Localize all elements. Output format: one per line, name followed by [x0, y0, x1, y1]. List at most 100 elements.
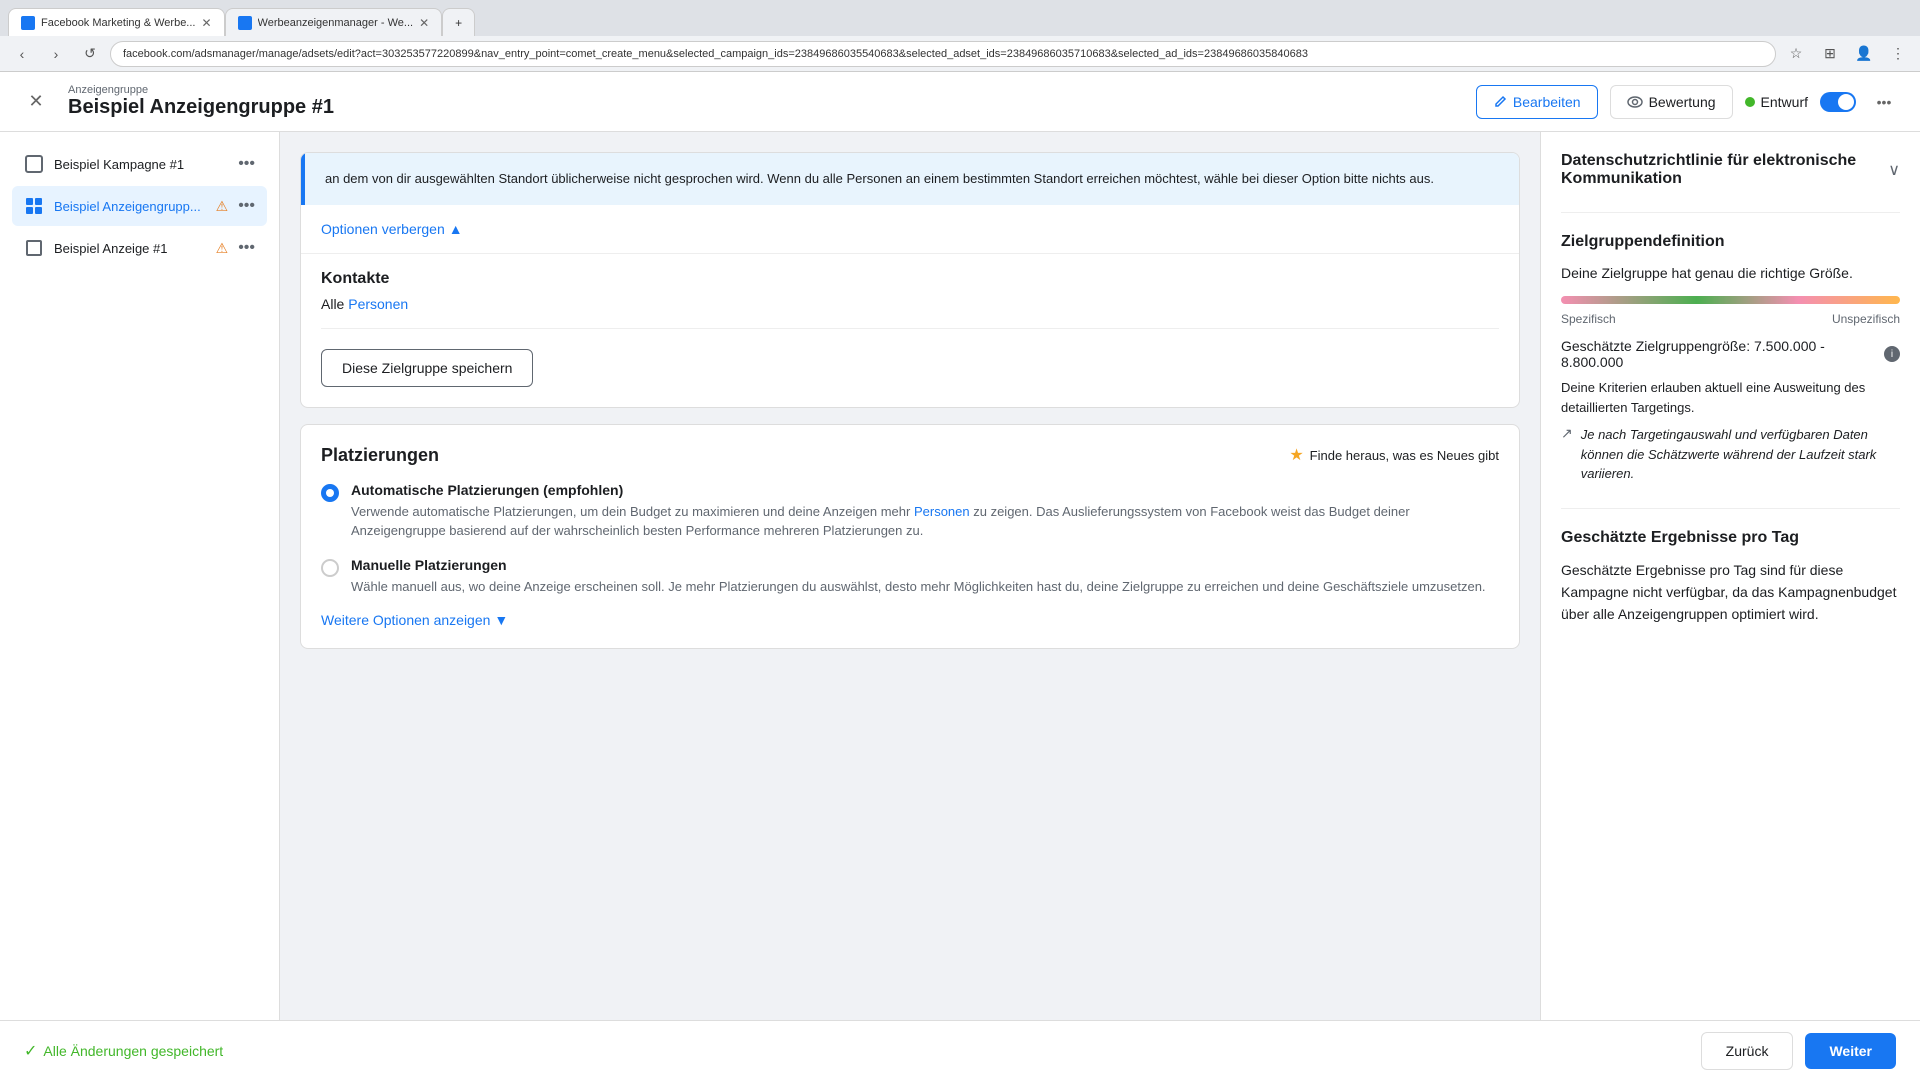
forward-button[interactable]: ›: [42, 40, 70, 68]
adgroup-warning-icon: ⚠: [216, 198, 229, 215]
bewertung-button[interactable]: Bewertung: [1610, 85, 1733, 119]
zielgruppe-title: Zielgruppendefinition: [1561, 233, 1725, 251]
audience-quality-text: Deine Zielgruppe hat genau die richtige …: [1561, 263, 1900, 284]
targeting-note-icon-section: ↗ Je nach Targetingauswahl und verfügbar…: [1561, 425, 1900, 484]
app-container: ✕ Anzeigengruppe Beispiel Anzeigengruppe…: [0, 72, 1920, 1080]
address-text: facebook.com/adsmanager/manage/adsets/ed…: [123, 48, 1308, 60]
targeting-note: Deine Kriterien erlauben aktuell eine Au…: [1561, 378, 1900, 417]
bottom-bar: ✓ Alle Änderungen gespeichert Zurück Wei…: [0, 1020, 1920, 1080]
sidebar-item-adgroup[interactable]: Beispiel Anzeigengrupp... ⚠ •••: [12, 186, 267, 226]
header-actions: Bearbeiten Bewertung Entwurf •••: [1476, 85, 1900, 119]
discover-link[interactable]: ★ Finde heraus, was es Neues gibt: [1289, 445, 1499, 465]
eye-icon: [1627, 95, 1643, 109]
sidebar-adgroup-more[interactable]: •••: [238, 197, 255, 215]
back-button[interactable]: ‹: [8, 40, 36, 68]
center-content: an dem von dir ausgewählten Standort übl…: [280, 132, 1540, 1020]
weitere-optionen-link[interactable]: Weitere Optionen anzeigen ▼: [321, 612, 1499, 628]
reload-button[interactable]: ↺: [76, 40, 104, 68]
zielgruppe-section: Zielgruppendefinition Deine Zielgruppe h…: [1561, 233, 1900, 484]
manual-placement-title: Manuelle Platzierungen: [351, 557, 1486, 573]
header-title-group: Anzeigengruppe Beispiel Anzeigengruppe #…: [68, 84, 334, 119]
sidebar-ad-more[interactable]: •••: [238, 239, 255, 257]
datenschutz-section: Datenschutzrichtlinie für elektronische …: [1561, 152, 1900, 188]
new-tab-button[interactable]: +: [442, 8, 475, 36]
audience-size-text: Geschätzte Zielgruppengröße: 7.500.000 -…: [1561, 338, 1880, 370]
header-subtitle: Anzeigengruppe: [68, 84, 334, 96]
datenschutz-title: Datenschutzrichtlinie für elektronische …: [1561, 152, 1888, 188]
audience-size-info-icon[interactable]: i: [1884, 346, 1900, 362]
star-icon: ★: [1289, 445, 1303, 465]
auto-placement-content: Automatische Platzierungen (empfohlen) V…: [351, 482, 1499, 541]
tab-close-2[interactable]: ✕: [419, 16, 429, 30]
more-options-button[interactable]: •••: [1868, 86, 1900, 118]
status-dot: [1745, 97, 1755, 107]
bearbeiten-button[interactable]: Bearbeiten: [1476, 85, 1598, 119]
save-section: Diese Zielgruppe speichern: [301, 329, 1519, 407]
kontakte-title: Kontakte: [321, 270, 1499, 288]
sidebar-item-campaign[interactable]: Beispiel Kampagne #1 •••: [12, 144, 267, 184]
menu-button[interactable]: ⋮: [1884, 40, 1912, 68]
platzierungen-title: Platzierungen: [321, 445, 1289, 466]
weiter-button[interactable]: Weiter: [1805, 1033, 1896, 1069]
header-title: Beispiel Anzeigengruppe #1: [68, 96, 334, 119]
platzierungen-section: Platzierungen ★ Finde heraus, was es Neu…: [301, 425, 1519, 649]
options-toggle-section: Optionen verbergen ▲: [301, 205, 1519, 254]
platzierungen-header: Platzierungen ★ Finde heraus, was es Neu…: [321, 445, 1499, 466]
active-tab[interactable]: Facebook Marketing & Werbe... ✕: [8, 8, 225, 36]
audience-size-info: Geschätzte Zielgruppengröße: 7.500.000 -…: [1561, 338, 1900, 370]
adgroup-icon: [24, 196, 44, 216]
options-toggle-link[interactable]: Optionen verbergen ▲: [321, 221, 1499, 237]
ad-warning-icon: ⚠: [216, 240, 229, 257]
audience-scale-bar: [1561, 296, 1900, 304]
datenschutz-expand[interactable]: ∨: [1888, 160, 1900, 180]
personen-link[interactable]: Personen: [348, 296, 408, 312]
inactive-tab[interactable]: Werbeanzeigenmanager - We... ✕: [225, 8, 443, 36]
sidebar-item-ad-label: Beispiel Anzeige #1: [54, 241, 206, 256]
main-content: Beispiel Kampagne #1 ••• Beispiel Anzeig…: [0, 132, 1920, 1020]
saved-indicator: ✓ Alle Änderungen gespeichert: [24, 1041, 223, 1061]
checkmark-icon: ✓: [24, 1041, 37, 1061]
tab-close-1[interactable]: ✕: [201, 16, 211, 30]
tab-favicon: [21, 16, 35, 30]
sidebar-campaign-more[interactable]: •••: [238, 155, 255, 173]
manual-placement-option[interactable]: Manuelle Platzierungen Wähle manuell aus…: [321, 557, 1499, 597]
auto-placement-option[interactable]: Automatische Platzierungen (empfohlen) V…: [321, 482, 1499, 541]
profile-button[interactable]: 👤: [1850, 40, 1878, 68]
edit-icon: [1493, 95, 1507, 109]
tab-title-1: Facebook Marketing & Werbe...: [41, 17, 195, 29]
sidebar: Beispiel Kampagne #1 ••• Beispiel Anzeig…: [0, 132, 280, 1020]
manual-placement-radio[interactable]: [321, 559, 339, 577]
zielgruppe-header: Zielgruppendefinition: [1561, 233, 1900, 251]
trend-icon: ↗: [1561, 425, 1573, 442]
geschaetzte-text: Geschätzte Ergebnisse pro Tag sind für d…: [1561, 559, 1900, 626]
manual-placement-content: Manuelle Platzierungen Wähle manuell aus…: [351, 557, 1486, 597]
close-button[interactable]: ✕: [20, 86, 52, 118]
bookmark-star[interactable]: ☆: [1782, 40, 1810, 68]
chevron-up-icon: ▲: [449, 221, 463, 237]
personen-link-2[interactable]: Personen: [914, 504, 970, 519]
manual-placement-desc: Wähle manuell aus, wo deine Anzeige ersc…: [351, 577, 1486, 597]
address-bar[interactable]: facebook.com/adsmanager/manage/adsets/ed…: [110, 41, 1776, 67]
auto-placement-title: Automatische Platzierungen (empfohlen): [351, 482, 1499, 498]
browser-toolbar: ‹ › ↺ facebook.com/adsmanager/manage/ads…: [0, 36, 1920, 72]
kontakte-section: Kontakte Alle Personen: [301, 254, 1519, 328]
status-entwurf: Entwurf: [1745, 94, 1808, 110]
datenschutz-header: Datenschutzrichtlinie für elektronische …: [1561, 152, 1900, 188]
ad-icon: [24, 238, 44, 258]
auto-placement-desc: Verwende automatische Platzierungen, um …: [351, 502, 1499, 541]
extensions-button[interactable]: ⊞: [1816, 40, 1844, 68]
sidebar-item-adgroup-label: Beispiel Anzeigengrupp...: [54, 199, 206, 214]
tab-title-2: Werbeanzeigenmanager - We...: [258, 17, 414, 29]
sidebar-item-ad[interactable]: Beispiel Anzeige #1 ⚠ •••: [12, 228, 267, 268]
auto-placement-radio[interactable]: [321, 484, 339, 502]
scale-labels: Spezifisch Unspezifisch: [1561, 312, 1900, 326]
toggle-thumb: [1838, 94, 1854, 110]
targeting-note-italic: Je nach Targetingauswahl und verfügbaren…: [1581, 425, 1900, 484]
toggle-switch[interactable]: [1820, 92, 1856, 112]
scale-label-specific: Spezifisch: [1561, 312, 1616, 326]
zurueck-button[interactable]: Zurück: [1701, 1032, 1794, 1070]
save-audience-button[interactable]: Diese Zielgruppe speichern: [321, 349, 533, 387]
top-header: ✕ Anzeigengruppe Beispiel Anzeigengruppe…: [0, 72, 1920, 132]
saved-text: Alle Änderungen gespeichert: [43, 1043, 223, 1059]
browser-tabs: Facebook Marketing & Werbe... ✕ Werbeanz…: [0, 0, 1920, 36]
